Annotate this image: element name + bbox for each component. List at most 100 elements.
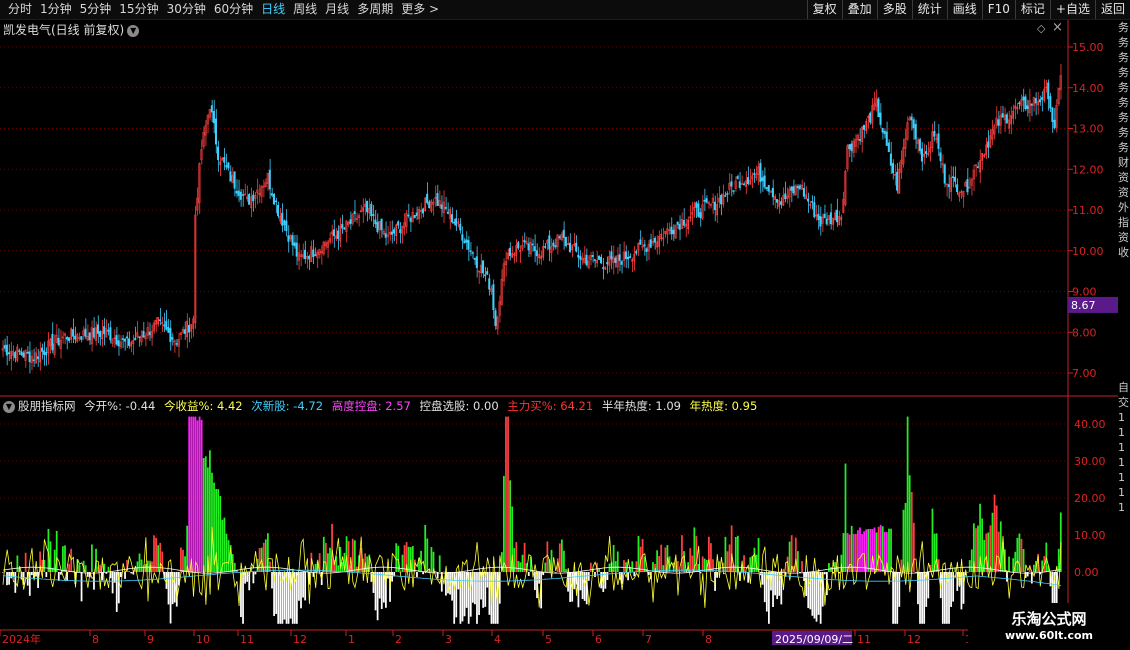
indicator-bar xyxy=(62,546,64,572)
candle-body xyxy=(626,256,629,260)
indicator-bar xyxy=(749,557,752,572)
x-tick-label: 9 xyxy=(147,633,154,646)
candle-body xyxy=(695,202,698,208)
indicator-bar xyxy=(200,419,203,572)
indicator-bar xyxy=(997,531,1000,572)
indicator-bar xyxy=(451,572,454,601)
candle-body xyxy=(635,251,638,254)
indicator-bar xyxy=(763,572,766,603)
indicator-bar xyxy=(10,572,13,579)
indicator-item: 今开%: -0.44 xyxy=(80,399,156,413)
candle-body xyxy=(138,336,141,338)
candle-body xyxy=(813,202,816,218)
indicator-bar xyxy=(70,548,73,572)
price-tick-label: 12.00 xyxy=(1072,163,1104,176)
indicator-bar xyxy=(486,572,489,588)
indicator-bar xyxy=(799,572,801,573)
indicator-bar xyxy=(515,542,518,572)
indicator-bar xyxy=(658,555,661,572)
candle-body xyxy=(939,152,942,162)
candle-body xyxy=(987,141,990,148)
indicator-bar xyxy=(970,549,973,572)
candle-body xyxy=(1051,107,1054,122)
indicator-bar xyxy=(931,508,934,572)
price-chart[interactable]: 15.0014.0013.0012.0011.0010.009.008.007.… xyxy=(0,0,1130,650)
x-tick-label: 11 xyxy=(240,633,254,646)
indicator-bar xyxy=(111,572,114,594)
indicator-bar xyxy=(993,494,996,572)
indicator-bar xyxy=(434,571,437,572)
price-tick-label: 7.00 xyxy=(1072,367,1097,380)
indicator-bar xyxy=(892,572,894,624)
candle-body xyxy=(384,233,387,238)
indicator-bar xyxy=(1020,538,1023,572)
indicator-bar xyxy=(701,556,704,572)
candle-body xyxy=(380,218,383,231)
indicator-bar xyxy=(6,572,8,586)
candle-body xyxy=(337,230,340,240)
candle-body xyxy=(233,171,236,189)
candle-body xyxy=(370,203,373,217)
indicator-bar xyxy=(130,572,133,574)
candle-body xyxy=(65,337,68,340)
price-marker-label: 8.67 xyxy=(1071,299,1096,312)
x-tick-label: 11 xyxy=(857,633,871,646)
indicator-bar xyxy=(1045,542,1048,572)
candle-body xyxy=(461,234,464,241)
candle-body xyxy=(486,271,489,275)
indicator-bar xyxy=(656,550,658,572)
indicator-bar xyxy=(724,536,727,572)
indicator-bar xyxy=(890,528,892,572)
right-sidebar-strip[interactable]: 务务务务务务务务务财资资外指资收自交1111111 xyxy=(1118,20,1130,620)
candle-body xyxy=(374,219,377,225)
indicator-bar xyxy=(927,572,930,599)
candle-body xyxy=(558,236,561,239)
indicator-bar xyxy=(442,571,445,573)
candle-body xyxy=(951,176,955,178)
indicator-bar xyxy=(401,554,404,572)
candle-body xyxy=(426,193,429,203)
candle-body xyxy=(210,105,213,113)
indicator-bar xyxy=(710,543,712,572)
indicator-bar xyxy=(861,534,863,572)
x-tick-label: 3 xyxy=(445,633,452,646)
x-tick-label: 7 xyxy=(645,633,652,646)
candle-body xyxy=(107,329,110,332)
candle-body xyxy=(790,186,793,191)
chevron-down-icon[interactable]: ▼ xyxy=(3,400,15,413)
indicator-bar xyxy=(366,556,369,572)
indicator-bar xyxy=(198,416,201,572)
candle-body xyxy=(212,111,215,124)
candle-body xyxy=(3,345,6,349)
indicator-bar xyxy=(662,565,665,572)
indicator-bar xyxy=(115,572,118,612)
candle-body xyxy=(997,119,1000,126)
candle-body xyxy=(885,131,888,146)
candle-body xyxy=(1026,105,1029,109)
candle-body xyxy=(1038,99,1041,103)
indicator-bar xyxy=(883,531,886,572)
candle-body xyxy=(287,235,290,242)
indicator-bar xyxy=(743,555,745,572)
indicator-bar xyxy=(966,572,969,573)
candle-body xyxy=(7,352,10,355)
x-tick-label: 4 xyxy=(494,633,501,646)
candle-body xyxy=(947,184,950,188)
candle-body xyxy=(237,190,240,196)
candle-body xyxy=(896,171,899,191)
candle-body xyxy=(469,250,472,252)
indicator-bar xyxy=(380,572,383,609)
candle-body xyxy=(18,350,21,352)
indicator-bar xyxy=(476,572,478,624)
indicator-bar xyxy=(904,502,907,572)
candle-body xyxy=(235,190,238,194)
indicator-bar xyxy=(726,551,729,572)
candle-body xyxy=(115,335,118,345)
indicator-bar xyxy=(169,572,172,624)
candle-body xyxy=(103,326,106,335)
candle-body xyxy=(891,163,894,174)
indicator-bar xyxy=(219,496,222,572)
candle-body xyxy=(1040,97,1044,100)
indicator-bar xyxy=(258,547,261,572)
candle-body xyxy=(527,243,530,251)
